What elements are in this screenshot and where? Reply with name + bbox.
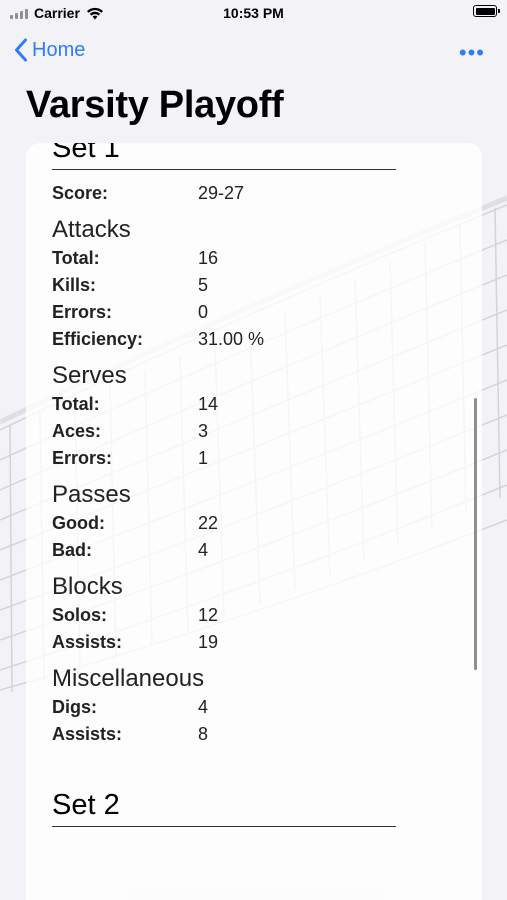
section-title-blocks: Blocks [52,573,123,600]
status-time: 10:53 PM [223,5,284,21]
stat-label: Bad: [52,540,92,560]
stat-value: 8 [198,724,209,744]
stat-value: 19 [198,632,219,652]
stat-row: Total: 14 [52,391,396,418]
stat-value: 22 [198,513,219,533]
stat-label: Solos: [52,605,108,625]
stat-value: 4 [198,697,209,717]
stat-label: Score: [52,183,109,203]
more-options-button[interactable]: ••• [459,40,485,66]
stat-row: Aces: 3 [52,418,396,445]
back-button-label: Home [32,38,86,61]
stat-label: Kills: [52,275,97,295]
page-title: Varsity Playoff [26,84,284,126]
stat-label: Aces: [52,421,102,441]
stat-label: Assists: [52,632,123,652]
stat-row: Bad: 4 [52,537,396,564]
status-bar: Carrier 10:53 PM [0,0,507,28]
stat-value: 3 [198,421,209,441]
stat-value: 12 [198,605,219,625]
stat-label: Efficiency: [52,329,144,349]
stat-row: Solos: 12 [52,602,396,629]
stat-label: Good: [52,513,105,533]
stat-value: 1 [198,448,209,468]
stat-row: Efficiency: 31.00 % [52,326,396,353]
stat-label: Digs: [52,697,97,717]
stat-label: Total: [52,394,100,414]
stat-row: Digs: 4 [52,694,396,721]
stat-value: 14 [198,394,219,414]
stat-value: 4 [198,540,209,560]
battery-icon [473,5,500,17]
stats-content: Set 1 Score: 29-27 Attacks Total: 16 Kil… [52,143,396,827]
stat-row: Good: 22 [52,510,396,537]
stat-row: Errors: 0 [52,299,396,326]
stat-label: Total: [52,248,100,268]
stat-value: 31.00 % [198,329,265,349]
vertical-scrollbar[interactable] [474,398,477,670]
set-1-title: Set 1 [52,143,396,170]
score-row: Score: 29-27 [52,180,396,207]
stat-row: Total: 16 [52,245,396,272]
screen: Carrier 10:53 PM Home ••• Varsity Playof… [0,0,507,900]
stat-row: Assists: 8 [52,721,396,748]
stats-scroll-view[interactable]: Set 1 Score: 29-27 Attacks Total: 16 Kil… [26,143,482,900]
stat-row: Kills: 5 [52,272,396,299]
status-right [473,5,500,17]
stat-label: Errors: [52,302,113,322]
stat-value: 29-27 [198,183,245,203]
section-title-attacks: Attacks [52,216,131,243]
set-2-title: Set 2 [52,788,396,827]
stat-row: Assists: 19 [52,629,396,656]
section-title-serves: Serves [52,362,127,389]
chevron-left-icon [15,38,27,62]
stat-value: 16 [198,248,219,268]
stat-label: Errors: [52,448,113,468]
stat-value: 5 [198,275,209,295]
section-title-miscellaneous: Miscellaneous [52,665,205,692]
stat-value: 0 [198,302,209,322]
stat-label: Assists: [52,724,123,744]
back-button[interactable]: Home [14,38,85,62]
stat-row: Errors: 1 [52,445,396,472]
ellipsis-icon: ••• [458,40,485,65]
section-title-passes: Passes [52,481,131,508]
